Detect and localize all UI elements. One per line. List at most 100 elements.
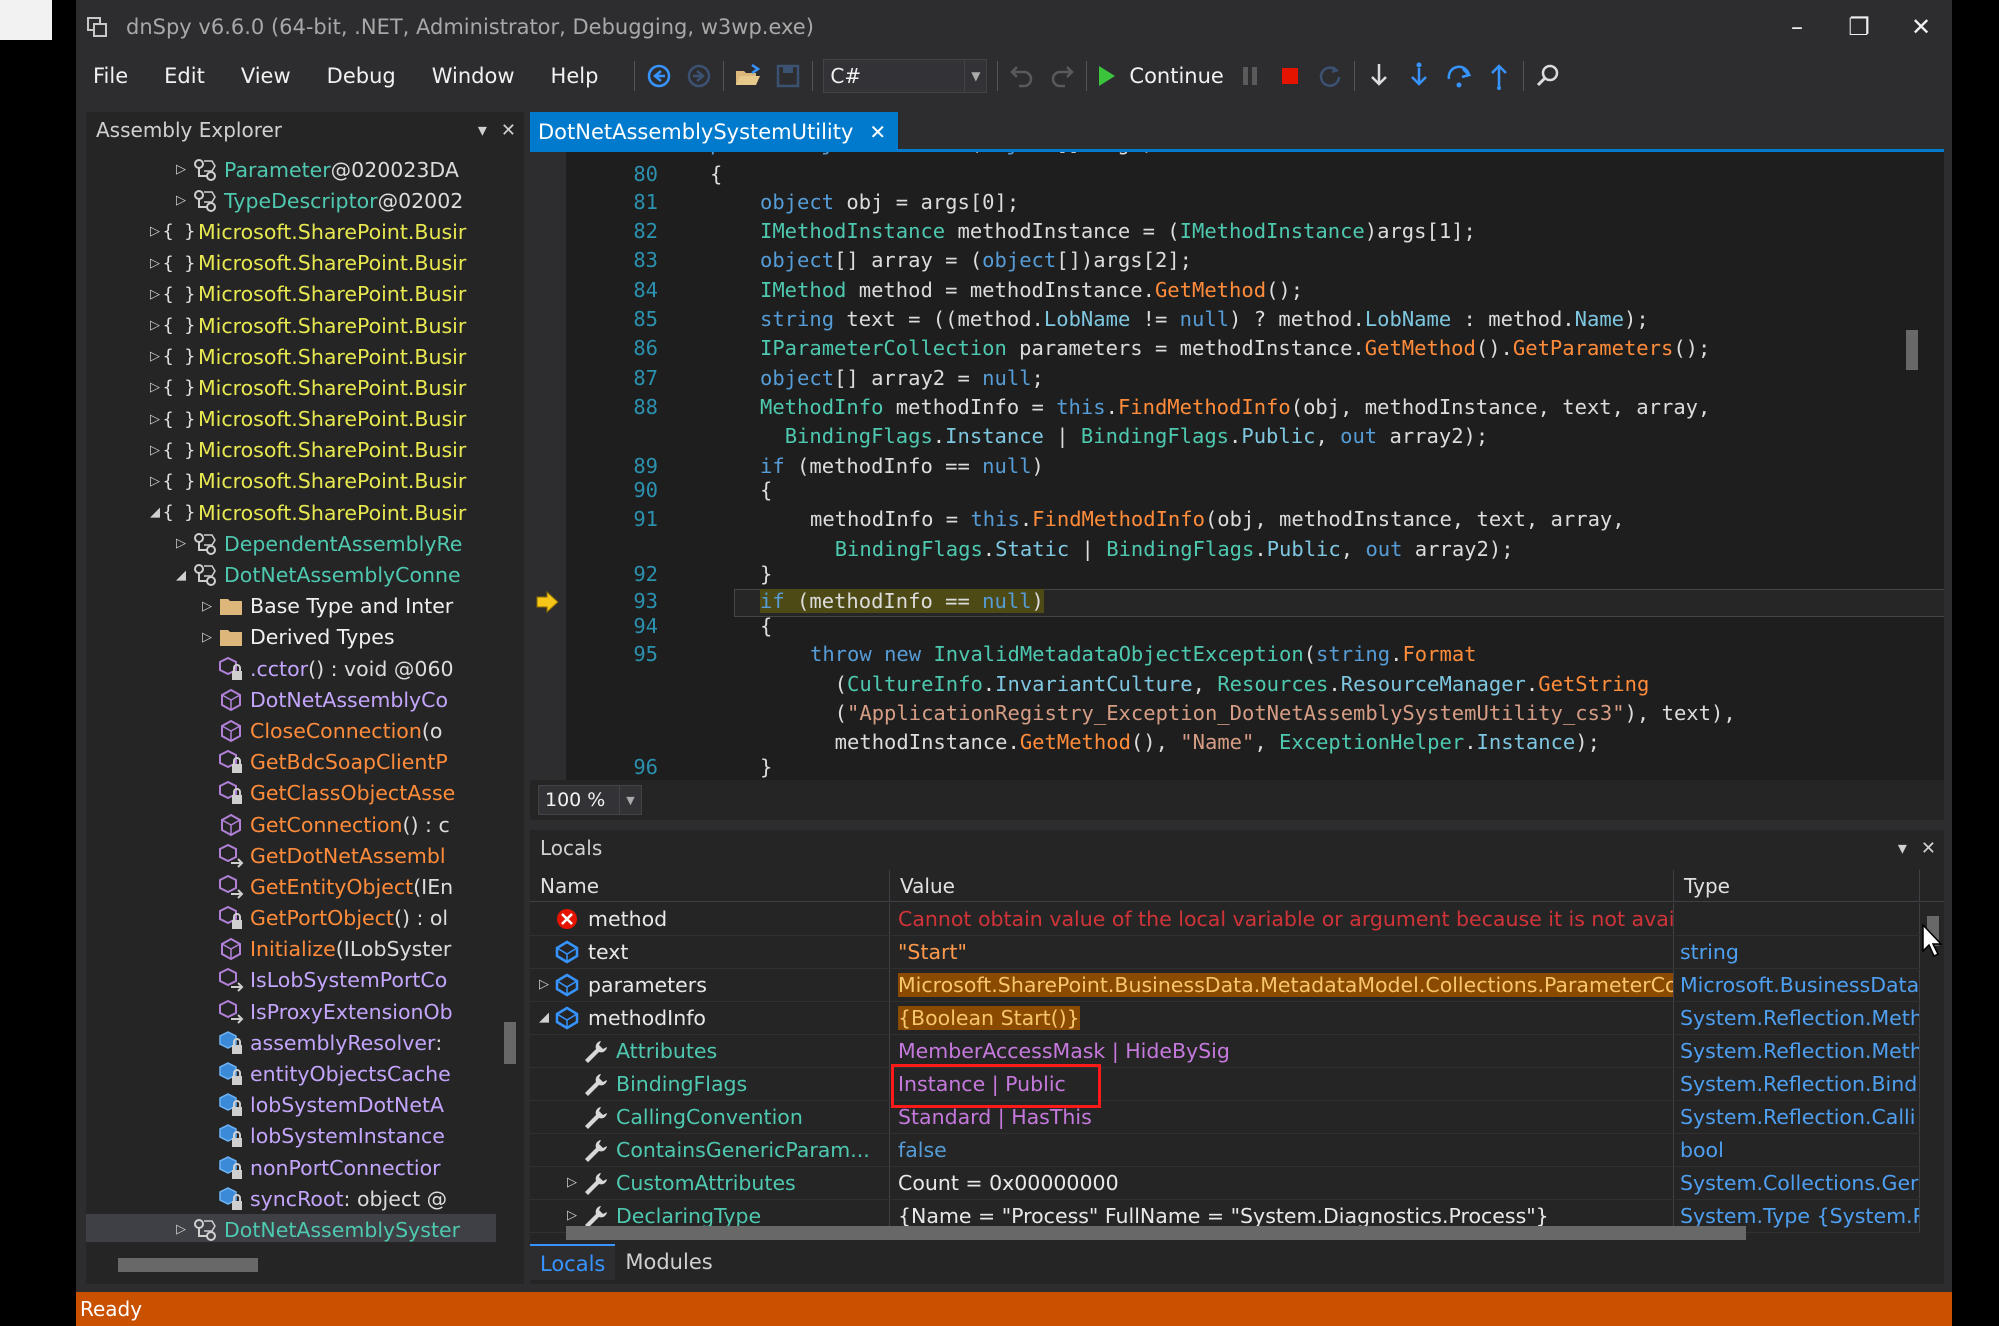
- tree-item[interactable]: IsLobSystemPortCo: [86, 965, 496, 996]
- expand-toggle-icon[interactable]: ▷: [146, 474, 164, 489]
- minimize-button[interactable]: –: [1766, 0, 1828, 54]
- expand-toggle-icon[interactable]: ▷: [146, 443, 164, 458]
- tree-item[interactable]: ▷{ } Microsoft.SharePoint.Busir: [86, 216, 496, 247]
- tree-item[interactable]: ▷{ } Microsoft.SharePoint.Busir: [86, 341, 496, 372]
- step-into-icon[interactable]: [1359, 56, 1399, 96]
- tree-item[interactable]: syncRoot : object @: [86, 1183, 496, 1214]
- expand-toggle-icon[interactable]: ◢: [146, 505, 164, 520]
- tree-item[interactable]: lobSystemInstance: [86, 1121, 496, 1152]
- menu-help[interactable]: Help: [533, 54, 617, 98]
- tree-item[interactable]: ▷{ } Microsoft.SharePoint.Busir: [86, 466, 496, 497]
- menu-view[interactable]: View: [223, 54, 309, 98]
- tree-item[interactable]: ▷ Parameter @020023DA: [86, 154, 496, 185]
- panel-options-icon[interactable]: ▾: [478, 120, 487, 141]
- expand-toggle-icon[interactable]: ▷: [564, 1167, 580, 1199]
- locals-row[interactable]: CallingConvention Standard | HasThis Syste…: [530, 1101, 1920, 1134]
- expand-toggle-icon[interactable]: ▷: [536, 969, 552, 1001]
- tree-item[interactable]: lobSystemDotNetA: [86, 1090, 496, 1121]
- assembly-tree[interactable]: ▷ Parameter @020023DA ▷ TypeDescriptor @020…: [86, 154, 496, 1242]
- tree-item[interactable]: ◢{ } Microsoft.SharePoint.Busir: [86, 497, 496, 528]
- panel-options-icon[interactable]: ▾: [1898, 838, 1907, 859]
- column-header-name[interactable]: Name: [530, 870, 890, 902]
- step-into-specific-icon[interactable]: [1399, 56, 1439, 96]
- locals-value-cell[interactable]: Count = 0x00000000: [890, 1167, 1674, 1199]
- tree-item[interactable]: ▷{ } Microsoft.SharePoint.Busir: [86, 372, 496, 403]
- menu-file[interactable]: File: [76, 54, 146, 98]
- tree-item[interactable]: GetBdcSoapClientP: [86, 747, 496, 778]
- stop-icon[interactable]: [1270, 56, 1310, 96]
- menu-window[interactable]: Window: [414, 54, 533, 98]
- locals-row[interactable]: ▷ CustomAttributes Count = 0x00000000 Syste…: [530, 1167, 1920, 1200]
- forward-icon[interactable]: [679, 56, 719, 96]
- tree-item[interactable]: Initialize (ILobSyster: [86, 934, 496, 965]
- continue-button[interactable]: Continue: [1091, 56, 1229, 96]
- tree-item[interactable]: ▷{ } Microsoft.SharePoint.Busir: [86, 310, 496, 341]
- tree-item[interactable]: ▷ TypeDescriptor @02002: [86, 185, 496, 216]
- expand-toggle-icon[interactable]: ▷: [146, 412, 164, 427]
- expand-toggle-icon[interactable]: ◢: [536, 1002, 552, 1034]
- tree-item[interactable]: entityObjectsCache: [86, 1058, 496, 1089]
- language-select[interactable]: C# ▼: [823, 59, 988, 93]
- menu-edit[interactable]: Edit: [146, 54, 223, 98]
- chevron-down-icon[interactable]: ▼: [964, 60, 986, 92]
- tree-item[interactable]: GetEntityObject (IEn: [86, 871, 496, 902]
- tree-item[interactable]: ▷{ } Microsoft.SharePoint.Busir: [86, 248, 496, 279]
- tree-item[interactable]: GetDotNetAssembl: [86, 840, 496, 871]
- locals-row[interactable]: ◢ methodInfo {Boolean Start()} System.Refle…: [530, 1002, 1920, 1035]
- locals-row[interactable]: text "Start" string: [530, 936, 1920, 969]
- locals-hscroll-thumb[interactable]: [566, 1226, 1746, 1240]
- editor-scroll-thumb[interactable]: [1906, 330, 1918, 370]
- breakpoint-margin[interactable]: [530, 152, 566, 780]
- locals-value-cell[interactable]: {Boolean Start()}: [890, 1002, 1674, 1034]
- tree-item[interactable]: GetConnection() : c: [86, 809, 496, 840]
- pause-icon[interactable]: [1230, 56, 1270, 96]
- tree-item[interactable]: ▷{ } Microsoft.SharePoint.Busir: [86, 435, 496, 466]
- tree-item[interactable]: ◢ DotNetAssemblyConne: [86, 559, 496, 590]
- search-icon[interactable]: [1528, 56, 1568, 96]
- explorer-scroll-thumb[interactable]: [504, 1022, 516, 1064]
- tree-item[interactable]: ▷ Base Type and Inter: [86, 591, 496, 622]
- expand-toggle-icon[interactable]: ◢: [172, 568, 190, 583]
- explorer-vertical-scrollbar[interactable]: [500, 154, 518, 1242]
- step-over-icon[interactable]: [1439, 56, 1479, 96]
- expand-toggle-icon[interactable]: ▷: [172, 193, 190, 208]
- close-button[interactable]: ✕: [1890, 0, 1952, 54]
- locals-row[interactable]: Attributes MemberAccessMask | HideBySig Sy…: [530, 1035, 1920, 1068]
- tree-item[interactable]: CloseConnection (o: [86, 715, 496, 746]
- tree-item[interactable]: ▷ DotNetAssemblySyster: [86, 1214, 496, 1242]
- redo-icon[interactable]: [1042, 56, 1082, 96]
- panel-close-icon[interactable]: ✕: [501, 120, 516, 141]
- tree-item[interactable]: .cctor() : void @060: [86, 653, 496, 684]
- code-editor[interactable]: public object Execute(object[] args) 80 {8…: [530, 152, 1944, 780]
- tree-item[interactable]: ▷{ } Microsoft.SharePoint.Busir: [86, 279, 496, 310]
- expand-toggle-icon[interactable]: ▷: [146, 224, 164, 239]
- expand-toggle-icon[interactable]: ▷: [172, 1222, 190, 1237]
- locals-value-cell[interactable]: Microsoft.SharePoint.BusinessData.Metada…: [890, 969, 1674, 1001]
- zoom-select[interactable]: 100 % ▼: [538, 785, 642, 815]
- chevron-down-icon[interactable]: ▼: [619, 786, 641, 814]
- tree-item[interactable]: IsProxyExtensionOb: [86, 996, 496, 1027]
- tab-locals[interactable]: Locals: [530, 1244, 616, 1280]
- restart-icon[interactable]: [1310, 56, 1350, 96]
- expand-toggle-icon[interactable]: ▷: [172, 536, 190, 551]
- expand-toggle-icon[interactable]: ▷: [198, 599, 216, 614]
- menu-debug[interactable]: Debug: [309, 54, 414, 98]
- tree-item[interactable]: GetClassObjectAsse: [86, 778, 496, 809]
- restore-button[interactable]: ❐: [1828, 0, 1890, 54]
- tab-modules[interactable]: Modules: [615, 1244, 722, 1280]
- expand-toggle-icon[interactable]: ▷: [146, 256, 164, 271]
- locals-row[interactable]: ▷ parameters Microsoft.SharePoint.Business…: [530, 969, 1920, 1002]
- expand-toggle-icon[interactable]: ▷: [172, 162, 190, 177]
- tree-item[interactable]: assemblyResolver :: [86, 1027, 496, 1058]
- save-icon[interactable]: [768, 56, 808, 96]
- column-header-value[interactable]: Value: [890, 870, 1674, 902]
- tree-item[interactable]: ▷ DependentAssemblyRe: [86, 528, 496, 559]
- tab-dotnetassemblysystemutility[interactable]: DotNetAssemblySystemUtility ✕: [530, 112, 899, 152]
- undo-icon[interactable]: [1002, 56, 1042, 96]
- tree-item[interactable]: ▷ Derived Types: [86, 622, 496, 653]
- expand-toggle-icon[interactable]: ▷: [146, 287, 164, 302]
- expand-toggle-icon[interactable]: ▷: [146, 318, 164, 333]
- step-out-icon[interactable]: [1479, 56, 1519, 96]
- expand-toggle-icon[interactable]: ▷: [146, 349, 164, 364]
- tree-item[interactable]: ▷{ } Microsoft.SharePoint.Busir: [86, 404, 496, 435]
